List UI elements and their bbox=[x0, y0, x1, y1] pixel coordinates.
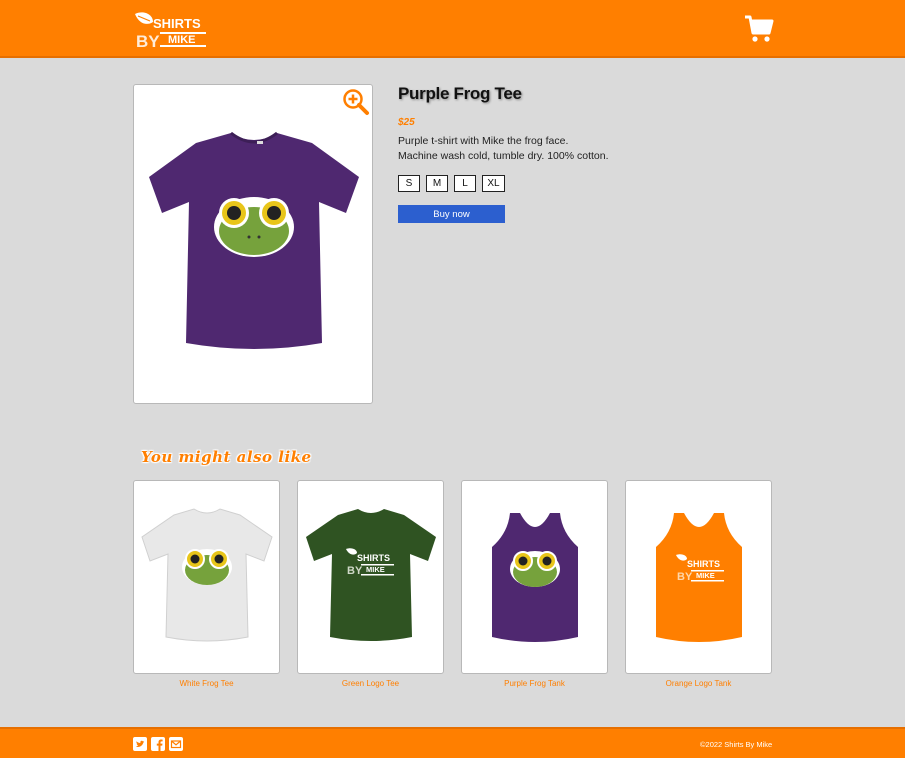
size-option-s[interactable]: S bbox=[398, 175, 420, 192]
site-logo[interactable]: SHIRTS BY MIKE bbox=[133, 10, 209, 50]
related-label-purple-frog-tank[interactable]: Purple Frog Tank bbox=[461, 679, 608, 688]
logo-text-shirts: SHIRTS bbox=[153, 16, 201, 31]
site-header: SHIRTS BY MIKE bbox=[0, 0, 905, 58]
description-line-1: Purple t-shirt with Mike the frog face. bbox=[398, 135, 569, 147]
description-line-2: Machine wash cold, tumble dry. 100% cott… bbox=[398, 150, 609, 162]
twitter-icon[interactable] bbox=[133, 737, 147, 751]
related-card-orange-logo-tank[interactable]: SHIRTS BY MIKE bbox=[625, 480, 772, 674]
size-selector: S M L XL bbox=[398, 175, 511, 192]
product-image[interactable] bbox=[133, 84, 373, 404]
size-option-m[interactable]: M bbox=[426, 175, 448, 192]
svg-text:SHIRTS: SHIRTS bbox=[357, 553, 390, 563]
logo-text-mike: MIKE bbox=[168, 34, 196, 46]
product-description: Purple t-shirt with Mike the frog face. … bbox=[398, 134, 609, 164]
svg-text:BY: BY bbox=[677, 571, 693, 583]
related-card-green-logo-tee[interactable]: SHIRTS BY MIKE bbox=[297, 480, 444, 674]
size-option-xl[interactable]: XL bbox=[482, 175, 505, 192]
related-card-white-frog-tee[interactable] bbox=[133, 480, 280, 674]
size-option-l[interactable]: L bbox=[454, 175, 476, 192]
svg-text:MIKE: MIKE bbox=[366, 565, 385, 574]
related-label-orange-logo-tank[interactable]: Orange Logo Tank bbox=[625, 679, 772, 688]
facebook-icon[interactable] bbox=[151, 737, 165, 751]
logo-text-by: BY bbox=[136, 32, 160, 50]
shopping-cart-icon[interactable] bbox=[744, 14, 774, 44]
svg-text:SHIRTS: SHIRTS bbox=[687, 559, 720, 569]
site-footer: ©2022 Shirts By Mike bbox=[0, 727, 905, 758]
related-label-green-logo-tee[interactable]: Green Logo Tee bbox=[297, 679, 444, 688]
buy-now-button[interactable]: Buy now bbox=[398, 205, 505, 223]
product-price: $25 bbox=[398, 117, 415, 128]
related-card-purple-frog-tank[interactable] bbox=[461, 480, 608, 674]
zoom-in-icon[interactable] bbox=[342, 88, 370, 116]
svg-text:BY: BY bbox=[347, 565, 363, 577]
copyright-text: ©2022 Shirts By Mike bbox=[700, 740, 773, 749]
product-title: Purple Frog Tee bbox=[398, 84, 522, 103]
email-icon[interactable] bbox=[169, 737, 183, 751]
related-heading: You might also like bbox=[141, 448, 312, 466]
related-label-white-frog-tee[interactable]: White Frog Tee bbox=[133, 679, 280, 688]
svg-text:MIKE: MIKE bbox=[696, 571, 715, 580]
